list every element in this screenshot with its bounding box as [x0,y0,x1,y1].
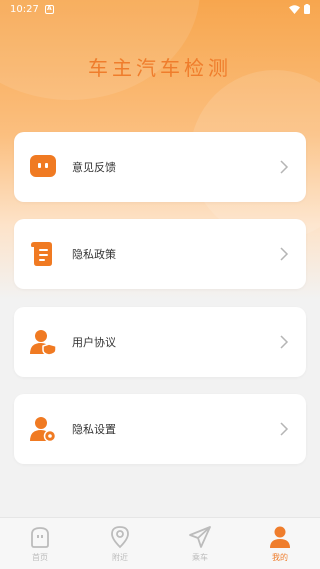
chevron-right-icon [280,160,289,174]
chevron-right-icon [280,247,289,261]
location-pin-icon [108,525,132,549]
profile-icon [268,525,292,549]
nav-label: 首页 [32,552,48,562]
chevron-right-icon [280,422,289,436]
nav-item-home[interactable]: 首页 [0,525,80,563]
menu-item-label: 意见反馈 [72,161,116,174]
menu-item-label: 隐私政策 [72,248,116,261]
feedback-icon [30,154,56,180]
paper-plane-icon [188,525,212,549]
user-settings-icon [30,416,56,442]
user-shield-icon [30,329,56,355]
notification-icon: A [44,4,54,14]
menu-item-feedback[interactable]: 意见反馈 [14,132,306,202]
menu-item-label: 用户协议 [72,336,116,349]
menu-item-label: 隐私设置 [72,423,116,436]
nav-label: 附近 [112,552,128,562]
status-bar: 10:27 A [0,0,320,18]
nav-item-mine[interactable]: 我的 [240,525,320,563]
nav-label: 乘车 [192,552,208,562]
home-icon [28,525,52,549]
status-time: 10:27 [10,3,39,15]
nav-item-nearby[interactable]: 附近 [80,525,160,563]
bottom-navigation: 首页 附近 乘车 我的 [0,517,320,569]
page-title: 车主汽车检测 [88,56,232,80]
menu-item-privacy-settings[interactable]: 隐私设置 [14,394,306,464]
battery-icon [304,4,310,14]
nav-label: 我的 [272,552,288,562]
chevron-right-icon [280,335,289,349]
document-scroll-icon [30,241,56,267]
nav-item-ride[interactable]: 乘车 [160,525,240,563]
menu-item-user-agreement[interactable]: 用户协议 [14,307,306,377]
wifi-icon [289,4,300,14]
menu-item-privacy-policy[interactable]: 隐私政策 [14,219,306,289]
